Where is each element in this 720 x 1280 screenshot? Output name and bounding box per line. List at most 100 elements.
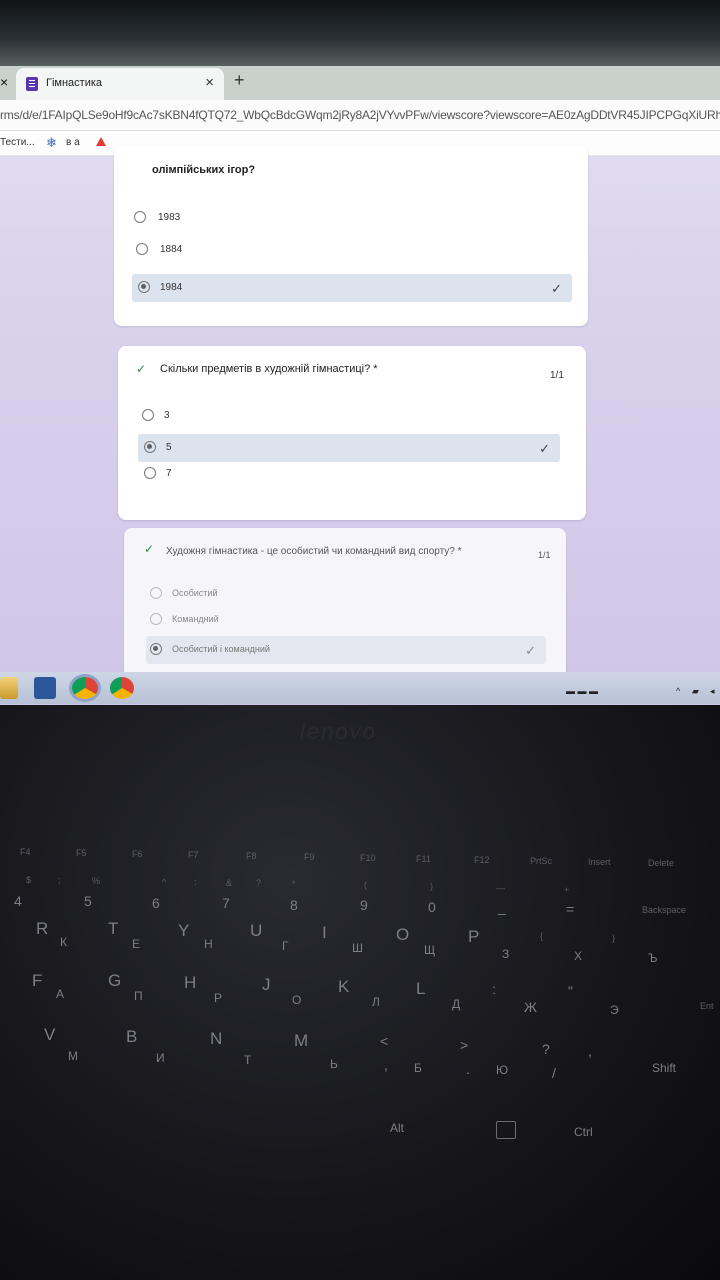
radio-button[interactable] xyxy=(150,613,162,625)
option-1984[interactable]: 1984 ✓ xyxy=(132,274,572,302)
correct-check-icon: ✓ xyxy=(525,643,536,658)
url-text[interactable]: rms/d/e/1FAIpQLSe9oHf9cAc7sKBN4fQTQ72_Wb… xyxy=(0,108,720,122)
key-cyr: З xyxy=(502,947,510,961)
option-label: 1884 xyxy=(160,244,183,255)
key-5: 5 xyxy=(84,893,92,909)
radio-button[interactable] xyxy=(144,467,156,479)
key-num-top: * xyxy=(292,879,296,889)
key-7: 7 xyxy=(222,895,230,911)
key-period: . xyxy=(466,1061,470,1077)
key-cyr: Р xyxy=(214,991,223,1005)
brand-logo: lenovo xyxy=(300,719,377,744)
radio-button-selected[interactable] xyxy=(144,441,156,453)
key-f6: F6 xyxy=(132,849,143,859)
radio-button-selected[interactable] xyxy=(138,281,150,293)
file-explorer-icon[interactable] xyxy=(0,677,18,699)
google-forms-icon xyxy=(26,77,38,91)
new-tab-button[interactable]: + xyxy=(234,70,245,91)
option-label: 7 xyxy=(166,468,172,479)
key-o: O xyxy=(396,925,410,944)
key-num-top: ? xyxy=(256,878,262,888)
radio-button[interactable] xyxy=(136,243,148,255)
option-label: 5 xyxy=(166,442,172,453)
correct-check-icon: ✓ xyxy=(539,441,550,456)
key-equals: = xyxy=(566,901,575,917)
tab-close-button[interactable]: × xyxy=(205,74,214,91)
option-team[interactable]: Командний xyxy=(144,606,544,634)
key-num-top: — xyxy=(496,883,505,893)
key-cyr: Щ xyxy=(424,943,436,957)
previous-tab-close-button[interactable]: × xyxy=(0,74,12,92)
key-question: ? xyxy=(542,1041,550,1057)
key-cyr: И xyxy=(156,1051,165,1065)
key-cyr: Г xyxy=(282,939,289,953)
key-b: B xyxy=(126,1027,138,1046)
key-9: 9 xyxy=(360,897,368,913)
key-p: P xyxy=(468,927,480,946)
bookmark-v-a[interactable]: в а xyxy=(66,137,80,148)
key-cyr: Э xyxy=(610,1003,619,1017)
option-label: Командний xyxy=(172,614,219,624)
key-cyr: П xyxy=(134,989,143,1003)
key-f4: F4 xyxy=(20,847,31,857)
question-text: Скільки предметів в художній гімнастиці?… xyxy=(160,363,378,375)
key-cyr: М xyxy=(68,1049,78,1063)
key-colon: : xyxy=(492,981,496,997)
radio-button[interactable] xyxy=(142,409,154,421)
option-5[interactable]: 5 ✓ xyxy=(138,434,560,462)
network-icon[interactable]: ▰ xyxy=(692,686,699,697)
key-f12: F12 xyxy=(474,855,490,865)
option-individual[interactable]: Особистий xyxy=(144,580,544,608)
key-cyr: Б xyxy=(414,1061,422,1075)
key-greater: > xyxy=(460,1037,469,1053)
question-text: Художня гімнастика - це особистий чи ком… xyxy=(166,546,462,557)
key-cyr: Т xyxy=(244,1053,252,1067)
option-1884[interactable]: 1884 xyxy=(130,236,576,264)
warning-icon[interactable] xyxy=(96,137,106,146)
key-f11: F11 xyxy=(416,854,431,864)
key-num-top: % xyxy=(92,876,101,886)
option-label: 3 xyxy=(164,410,170,421)
key-0: 0 xyxy=(428,899,436,915)
radio-button-selected[interactable] xyxy=(150,643,162,655)
tab-title: Гімнастика xyxy=(46,77,103,89)
address-bar[interactable]: rms/d/e/1FAIpQLSe9oHf9cAc7sKBN4fQTQ72_Wb… xyxy=(0,100,720,131)
tab-gymnastics[interactable]: Гімнастика × xyxy=(16,68,224,100)
option-1983[interactable]: 1983 xyxy=(128,204,574,232)
key-j: J xyxy=(262,975,271,994)
bookmark-tests[interactable]: Тести... xyxy=(0,137,35,148)
key-v: V xyxy=(44,1025,56,1044)
radio-button[interactable] xyxy=(134,211,146,223)
snowflake-icon[interactable]: ❄ xyxy=(46,136,60,150)
option-7[interactable]: 7 xyxy=(140,460,560,488)
key-h: H xyxy=(184,973,197,992)
key-6: 6 xyxy=(152,895,160,911)
volume-icon[interactable]: ◂ xyxy=(710,686,715,697)
score-badge: 1/1 xyxy=(550,370,564,381)
option-label: Особистий xyxy=(172,588,218,598)
key-f9: F9 xyxy=(304,852,315,862)
key-f7: F7 xyxy=(188,850,199,860)
radio-button[interactable] xyxy=(150,587,162,599)
tray-arrow-icon[interactable]: ^ xyxy=(676,686,680,696)
key-shift: Shift xyxy=(652,1061,677,1075)
option-individual-and-team[interactable]: Особистий і командний ✓ xyxy=(146,636,546,664)
key-f8: F8 xyxy=(246,851,257,861)
option-3[interactable]: 3 xyxy=(136,402,560,430)
key-bracket-right: } xyxy=(612,933,616,943)
chrome-icon[interactable] xyxy=(110,677,134,699)
key-cyr: К xyxy=(60,935,67,949)
key-f5: F5 xyxy=(76,848,87,858)
chrome-icon[interactable] xyxy=(72,677,98,699)
key-4: 4 xyxy=(14,893,22,909)
question-text: олімпійських ігор? xyxy=(152,164,256,176)
key-delete: Delete xyxy=(648,858,675,868)
tray-icons[interactable]: ▬ ▬ ▬ xyxy=(566,686,598,696)
key-cyr: Ш xyxy=(352,941,363,955)
key-cyr: Д xyxy=(452,997,461,1011)
word-icon[interactable] xyxy=(34,677,56,699)
key-num-top: + xyxy=(564,885,570,895)
key-cyr: Ь xyxy=(330,1057,338,1071)
browser-tab-bar: × Гімнастика × + xyxy=(0,66,720,100)
key-num-top: : xyxy=(194,877,197,887)
